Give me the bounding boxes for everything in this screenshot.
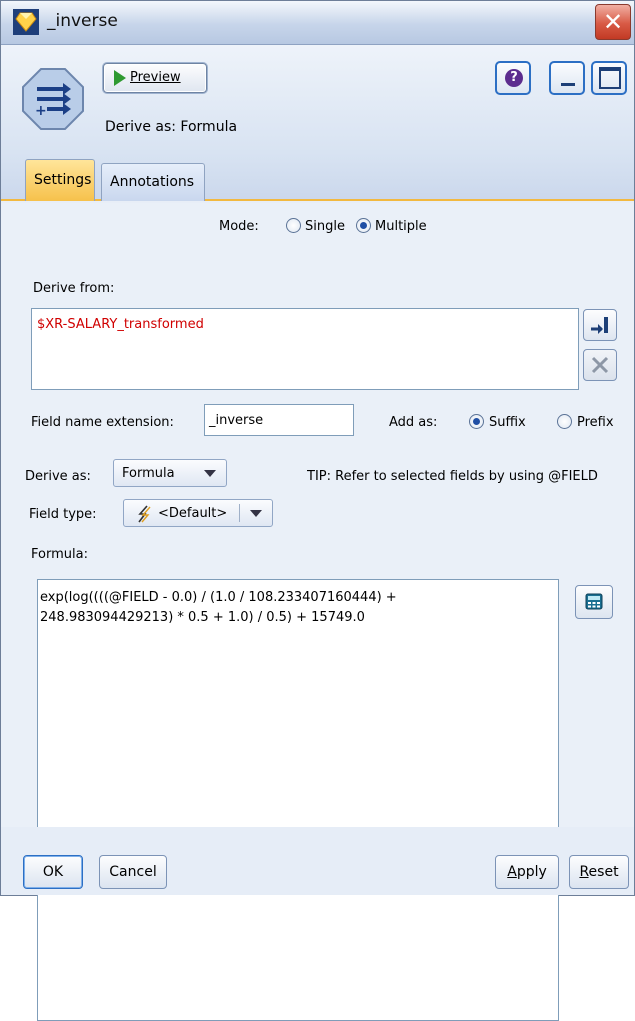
derive-as-summary: Derive as: Formula	[105, 119, 238, 135]
derive-from-label: Derive from:	[33, 281, 115, 296]
reset-button[interactable]: Reset	[569, 855, 629, 889]
remove-field-button[interactable]	[583, 349, 617, 381]
minimize-icon	[561, 83, 575, 86]
derive-from-field-item[interactable]: $XR-SALARY_transformed	[37, 317, 204, 332]
dialog-header: + Preview Derive as: Formula ?	[1, 45, 634, 153]
mode-single-label[interactable]: Single	[305, 219, 345, 234]
chevron-down-icon	[250, 510, 262, 517]
maximize-icon	[599, 67, 621, 89]
settings-panel: Mode: Single Multiple Derive from: $XR-S…	[1, 203, 634, 1021]
delete-x-icon	[591, 356, 609, 374]
app-diamond-icon	[13, 9, 39, 35]
tab-strip: Settings Annotations	[1, 153, 634, 201]
tip-text: TIP: Refer to selected fields by using @…	[307, 469, 598, 484]
field-picker-icon	[591, 317, 608, 334]
title-bar[interactable]: _inverse ✕	[1, 1, 634, 45]
field-name-extension-label: Field name extension:	[31, 415, 174, 430]
add-as-label: Add as:	[389, 415, 438, 430]
formula-editor[interactable]: exp(log((((@FIELD - 0.0) / (1.0 / 108.23…	[37, 579, 559, 1021]
mode-multiple-radio[interactable]	[356, 218, 371, 233]
lightning-type-icon	[138, 505, 151, 523]
ok-button[interactable]: OK	[23, 855, 83, 889]
derive-as-value: Formula	[122, 466, 175, 481]
dialog-footer: OK Cancel Apply Reset	[1, 827, 634, 895]
formula-line: 248.983094429213) * 0.5 + 1.0) / 0.5) + …	[40, 610, 365, 625]
field-picker-button[interactable]	[583, 309, 617, 341]
help-button[interactable]: ?	[495, 61, 531, 95]
cancel-button[interactable]: Cancel	[99, 855, 167, 889]
help-icon: ?	[505, 69, 523, 87]
mode-multiple-label[interactable]: Multiple	[375, 219, 427, 234]
field-name-extension-value: _inverse	[209, 413, 264, 428]
formula-text[interactable]: exp(log((((@FIELD - 0.0) / (1.0 / 108.23…	[40, 588, 550, 628]
field-type-label: Field type:	[29, 507, 97, 522]
preview-button[interactable]: Preview	[103, 63, 207, 93]
derive-node-dialog: _inverse ✕ + Preview Derive as: Formula …	[0, 0, 635, 1021]
add-as-suffix-radio[interactable]	[469, 414, 484, 429]
field-type-dropdown[interactable]: <Default>	[123, 499, 273, 527]
add-as-suffix-label[interactable]: Suffix	[489, 415, 526, 430]
close-icon: ✕	[602, 8, 624, 36]
derive-as-dropdown[interactable]: Formula	[113, 459, 227, 487]
calculator-icon	[585, 593, 603, 610]
close-button[interactable]: ✕	[595, 4, 631, 40]
mode-label: Mode:	[219, 219, 259, 234]
window-title: _inverse	[47, 11, 118, 31]
tab-settings[interactable]: Settings	[25, 159, 95, 201]
derive-node-icon: +	[22, 68, 84, 130]
derive-as-label: Derive as:	[25, 469, 91, 484]
expression-builder-button[interactable]	[575, 585, 613, 619]
derive-from-list[interactable]: $XR-SALARY_transformed	[31, 308, 579, 390]
apply-button[interactable]: Apply	[495, 855, 559, 889]
tab-annotations[interactable]: Annotations	[101, 163, 205, 201]
field-name-extension-input[interactable]: _inverse	[204, 404, 354, 436]
field-type-value: <Default>	[158, 506, 228, 521]
formula-line: exp(log((((@FIELD - 0.0) / (1.0 / 108.23…	[40, 590, 397, 605]
minimize-button[interactable]	[549, 61, 585, 95]
maximize-button[interactable]	[591, 61, 627, 95]
chevron-down-icon	[204, 470, 216, 477]
mode-single-radio[interactable]	[286, 218, 301, 233]
add-as-prefix-label[interactable]: Prefix	[577, 415, 614, 430]
play-icon	[114, 70, 126, 86]
formula-label: Formula:	[31, 547, 88, 562]
dropdown-divider	[239, 504, 240, 522]
svg-text:+: +	[35, 103, 47, 119]
add-as-prefix-radio[interactable]	[557, 414, 572, 429]
preview-label: Preview	[130, 70, 181, 85]
